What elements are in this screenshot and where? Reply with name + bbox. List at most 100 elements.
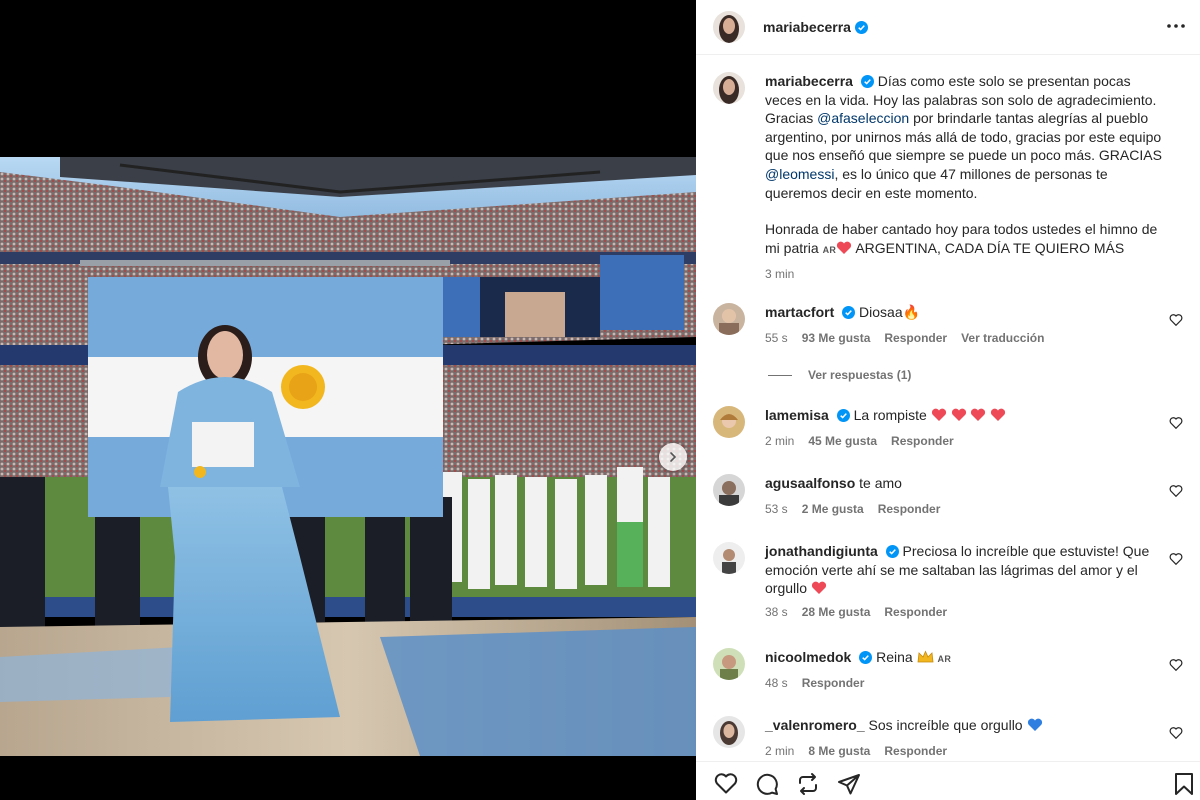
commenter-avatar[interactable] [713,474,745,506]
red-heart-icon [837,241,852,254]
comment-time: 55 s [765,331,788,345]
view-replies-label: Ver respuestas (1) [808,368,912,382]
comment-item: nicoolmedok Reina AR 48 s Responder [713,648,1183,696]
send-icon [838,774,860,795]
mention-link[interactable]: @afaseleccion [817,110,909,126]
blue-heart-icon [1027,718,1042,731]
save-button[interactable] [1170,772,1198,800]
repost-icon [799,773,817,795]
verified-badge-icon [842,306,856,319]
reply-button[interactable]: Responder [884,605,947,619]
reply-button[interactable]: Responder [891,434,954,448]
comments-list[interactable]: mariabecerra Días como este solo se pres… [696,56,1200,761]
like-comment-heart-icon[interactable] [1169,726,1183,740]
author-avatar[interactable] [713,11,745,43]
more-options-button[interactable] [1164,14,1188,38]
comment-item: lamemisa La rompiste 2 min 45 Me gusta R… [713,406,1183,454]
comment-meta: 2 min 8 Me gusta Responder [765,744,961,758]
verified-badge-icon [854,20,868,34]
commenter-avatar[interactable] [713,716,745,748]
like-comment-heart-icon[interactable] [1169,552,1183,566]
comment-time: 38 s [765,605,788,619]
comment-meta: 48 s Responder [765,676,878,690]
post-actions-bar [696,761,1200,800]
comment-button[interactable] [753,772,781,800]
verified-badge-icon [860,75,874,88]
commenter-avatar[interactable] [713,542,745,574]
comment-username[interactable]: nicoolmedok [765,649,851,665]
comment-meta: 2 min 45 Me gusta Responder [765,434,968,448]
post-photo[interactable] [0,157,696,756]
comment-username[interactable]: lamemisa [765,407,829,423]
caption-text: ARGENTINA, CADA DÍA TE QUIERO MÁS [855,239,1125,256]
more-icon [1167,24,1185,28]
comment-text: Reina [876,649,913,665]
reply-button[interactable]: Responder [884,744,947,758]
comment-item: martacfort Diosaa🔥 55 s 93 Me gusta Resp… [713,303,1183,363]
flag-emoji: AR [937,654,952,664]
translate-button[interactable]: Ver traducción [961,331,1044,345]
comment-item: agusaalfonso te amo 53 s 2 Me gusta Resp… [713,474,1183,522]
like-comment-heart-icon[interactable] [1169,658,1183,672]
reply-button[interactable]: Responder [884,331,947,345]
comment-username[interactable]: _valenromero_ [765,717,865,733]
like-comment-heart-icon[interactable] [1169,313,1183,327]
flag-emoji: AR [822,244,837,255]
next-photo-button[interactable] [659,443,687,471]
author-avatar[interactable] [713,72,745,104]
verified-badge-icon [836,409,850,422]
comment-likes[interactable]: 8 Me gusta [808,744,870,758]
comment-meta: 53 s 2 Me gusta Responder [765,502,954,516]
comment-likes[interactable]: 28 Me gusta [802,605,871,619]
like-button[interactable] [712,772,740,800]
post-header: mariabecerra [696,0,1200,55]
comment-time: 2 min [765,744,795,758]
comment-meta: 55 s 93 Me gusta Responder Ver traducció… [765,331,1058,345]
comment-username[interactable]: agusaalfonso [765,475,855,491]
comment-time: 53 s [765,502,788,516]
reply-button[interactable]: Responder [878,502,941,516]
post-caption: mariabecerra Días como este solo se pres… [713,72,1183,282]
repost-button[interactable] [794,772,822,800]
comment-text: Sos increíble que orgullo [868,717,1023,733]
author-username[interactable]: mariabecerra [763,19,851,35]
comment-likes[interactable]: 45 Me gusta [808,434,877,448]
like-comment-heart-icon[interactable] [1169,416,1183,430]
red-heart-icon [971,408,986,421]
bookmark-icon [1175,773,1193,795]
comment-likes[interactable]: 93 Me gusta [802,331,871,345]
post-media [0,0,696,800]
mention-link[interactable]: @leomessi [765,166,834,182]
caption-username[interactable]: mariabecerra [765,73,853,89]
comment-meta: 38 s 28 Me gusta Responder [765,605,961,619]
replies-divider [768,374,792,376]
chevron-right-icon [670,452,677,462]
verified-badge-icon [885,545,899,558]
commenter-avatar[interactable] [713,303,745,335]
red-heart-icon [991,408,1006,421]
like-comment-heart-icon[interactable] [1169,484,1183,498]
heart-icon [714,773,738,794]
comment-item: jonathandigiunta Preciosa lo increíble q… [713,542,1183,628]
reply-button[interactable]: Responder [802,676,865,690]
post-time: 3 min [765,267,795,282]
share-button[interactable] [835,772,863,800]
commenter-avatar[interactable] [713,406,745,438]
comment-icon [756,773,778,795]
comment-text: te amo [859,475,902,491]
comment-text: La rompiste [853,407,927,423]
post-side-panel: mariabecerra mariabecerra Días como este… [696,0,1200,800]
comment-username[interactable]: jonathandigiunta [765,543,878,559]
red-heart-icon [951,408,966,421]
comment-item: _valenromero_ Sos increíble que orgullo … [713,716,1183,761]
comment-likes[interactable]: 2 Me gusta [802,502,864,516]
comment-username[interactable]: martacfort [765,304,834,320]
view-replies-button[interactable]: Ver respuestas (1) [768,368,911,382]
red-heart-icon [931,408,946,421]
crown-icon [917,650,934,663]
comment-text: Diosaa🔥 [859,304,921,320]
verified-badge-icon [859,651,873,664]
comment-time: 2 min [765,434,795,448]
commenter-avatar[interactable] [713,648,745,680]
red-heart-icon [811,581,826,595]
